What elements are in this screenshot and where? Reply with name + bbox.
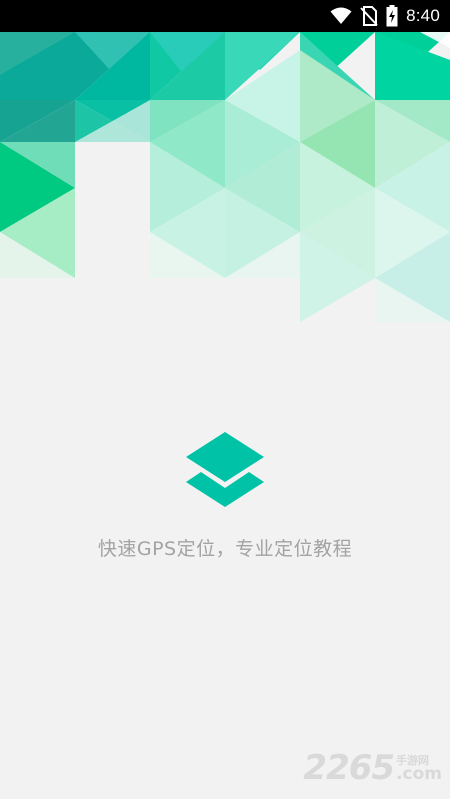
status-bar: 8:40 <box>0 0 450 32</box>
wifi-icon <box>330 7 352 25</box>
watermark-logo: 2265 手游网 .com <box>303 751 442 785</box>
geometric-banner <box>0 32 450 322</box>
splash-screen: 8:40 快速GPS定位，专业定位教程 2265 手游网 .com <box>0 0 450 799</box>
no-sim-icon <box>360 6 378 26</box>
layers-icon <box>186 432 264 507</box>
battery-charging-icon <box>386 5 398 27</box>
watermark-domain: .com <box>396 764 442 784</box>
watermark-number: 2265 <box>303 748 395 788</box>
status-time: 8:40 <box>406 6 440 25</box>
tagline: 快速GPS定位，专业定位教程 <box>97 538 353 560</box>
watermark-right: 手游网 .com <box>396 755 442 783</box>
